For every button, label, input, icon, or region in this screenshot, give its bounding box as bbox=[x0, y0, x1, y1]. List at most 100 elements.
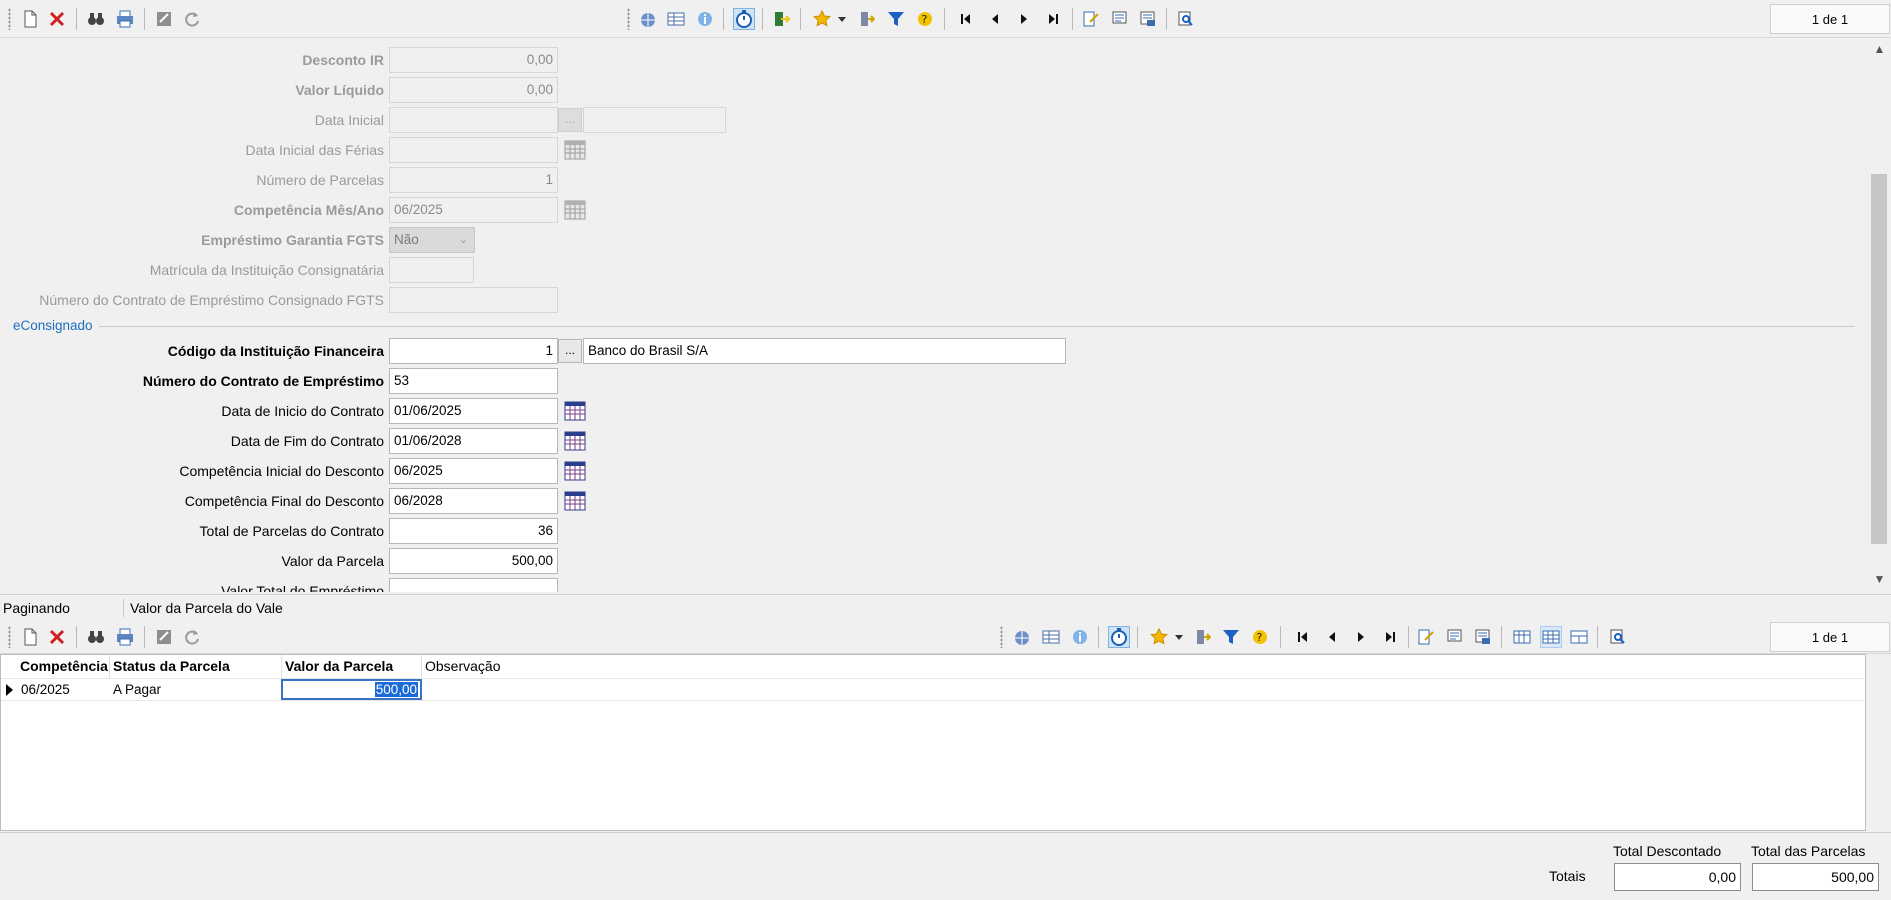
edit-record-button[interactable] bbox=[1080, 8, 1102, 30]
column-header-competencia[interactable]: Competência bbox=[17, 655, 110, 678]
last-record-button[interactable] bbox=[1042, 8, 1064, 30]
detail-new-button[interactable] bbox=[19, 626, 41, 648]
refresh-button[interactable] bbox=[181, 8, 203, 30]
instituicao-name-field[interactable]: Banco do Brasil S/A bbox=[583, 338, 1066, 364]
next-record-button[interactable] bbox=[1013, 8, 1035, 30]
desconto-ir-field[interactable]: 0,00 bbox=[389, 47, 558, 73]
grid-lines-button[interactable] bbox=[1540, 626, 1562, 648]
search-button[interactable] bbox=[85, 8, 107, 30]
detail-layout-button[interactable] bbox=[1011, 626, 1033, 648]
report-button[interactable] bbox=[1109, 8, 1131, 30]
scroll-up-icon[interactable]: ▲ bbox=[1868, 42, 1891, 56]
report-preview-button[interactable] bbox=[1137, 8, 1159, 30]
scroll-down-icon[interactable]: ▼ bbox=[1868, 572, 1891, 586]
calendar-icon[interactable] bbox=[564, 199, 586, 221]
detail-first-record-button[interactable] bbox=[1292, 626, 1314, 648]
goto-button[interactable] bbox=[856, 8, 878, 30]
competencia-mes-ano-field[interactable]: 06/2025 bbox=[389, 197, 558, 223]
export-button[interactable] bbox=[771, 8, 793, 30]
emprestimo-garantia-fgts-select[interactable]: Não ⌄ bbox=[389, 227, 475, 253]
toolbar-grip[interactable] bbox=[627, 8, 630, 30]
detail-print-preview-button[interactable] bbox=[1607, 626, 1629, 648]
detail-favorites-button[interactable] bbox=[1148, 626, 1170, 648]
codigo-instituicao-lookup-button[interactable]: ... bbox=[558, 339, 582, 363]
query-button[interactable]: ? bbox=[914, 8, 936, 30]
detail-report-preview-button[interactable] bbox=[1472, 626, 1494, 648]
column-header-valor[interactable]: Valor da Parcela bbox=[282, 655, 422, 678]
data-fim-contrato-field[interactable]: 01/06/2028 bbox=[389, 428, 558, 454]
delete-record-button[interactable] bbox=[46, 8, 68, 30]
filter-button[interactable] bbox=[885, 8, 907, 30]
detail-refresh-button[interactable] bbox=[181, 626, 203, 648]
data-inicial-ferias-field[interactable] bbox=[389, 137, 558, 163]
competencia-final-field[interactable]: 06/2028 bbox=[389, 488, 558, 514]
detail-grid-view-button[interactable] bbox=[1040, 626, 1062, 648]
scroll-thumb[interactable] bbox=[1871, 174, 1887, 544]
column-header-observacao[interactable]: Observação bbox=[422, 655, 822, 678]
detail-info-button[interactable] bbox=[1069, 626, 1091, 648]
detail-print-button[interactable] bbox=[114, 626, 136, 648]
column-layout-button[interactable] bbox=[1511, 626, 1533, 648]
detail-goto-button[interactable] bbox=[1192, 626, 1214, 648]
detail-query-button[interactable]: ? bbox=[1249, 626, 1271, 648]
detail-search-button[interactable] bbox=[85, 626, 107, 648]
printer-icon bbox=[117, 10, 133, 28]
total-parcelas-field[interactable]: 500,00 bbox=[1752, 863, 1879, 891]
competencia-inicial-field[interactable]: 06/2025 bbox=[389, 458, 558, 484]
calendar-icon[interactable] bbox=[564, 139, 586, 161]
data-inicio-contrato-field[interactable]: 01/06/2025 bbox=[389, 398, 558, 424]
toolbar-grip[interactable] bbox=[8, 626, 11, 648]
layout-button[interactable] bbox=[637, 8, 659, 30]
detail-filter-button[interactable] bbox=[1220, 626, 1242, 648]
detail-edit-record-button[interactable] bbox=[1415, 626, 1437, 648]
timer-button[interactable] bbox=[733, 8, 755, 30]
cell-status[interactable]: A Pagar bbox=[110, 679, 282, 700]
detail-last-record-button[interactable] bbox=[1379, 626, 1401, 648]
matricula-instituicao-field[interactable] bbox=[389, 257, 474, 283]
info-button[interactable] bbox=[694, 8, 716, 30]
table-row[interactable]: 06/2025 A Pagar 500,00 bbox=[1, 678, 1865, 701]
favorites-dropdown[interactable] bbox=[835, 8, 849, 30]
codigo-instituicao-field[interactable]: 1 bbox=[389, 338, 558, 364]
grid-view-button[interactable] bbox=[665, 8, 687, 30]
valor-parcela-field[interactable]: 500,00 bbox=[389, 548, 558, 574]
calendar-icon[interactable] bbox=[564, 490, 586, 512]
detail-report-button[interactable] bbox=[1444, 626, 1466, 648]
new-record-button[interactable] bbox=[19, 8, 41, 30]
total-parcelas-field[interactable]: 36 bbox=[389, 518, 558, 544]
valor-total-emprestimo-field[interactable] bbox=[389, 578, 558, 592]
data-inicial-lookup-button[interactable]: ... bbox=[558, 108, 582, 132]
total-descontado-field[interactable]: 0,00 bbox=[1614, 863, 1741, 891]
calendar-icon[interactable] bbox=[564, 400, 586, 422]
numero-contrato-field[interactable]: 53 bbox=[389, 368, 558, 394]
detail-delete-button[interactable] bbox=[46, 626, 68, 648]
detail-previous-record-button[interactable] bbox=[1321, 626, 1343, 648]
previous-record-button[interactable] bbox=[984, 8, 1006, 30]
detail-favorites-dropdown[interactable] bbox=[1172, 626, 1186, 648]
numero-contrato-fgts-field[interactable] bbox=[389, 287, 558, 313]
data-inicial-field[interactable] bbox=[389, 107, 558, 133]
band-layout-button[interactable] bbox=[1568, 626, 1590, 648]
data-inicial-description-field[interactable] bbox=[583, 107, 726, 133]
parcelas-grid[interactable]: Competência Status da Parcela Valor da P… bbox=[0, 654, 1866, 831]
cell-observacao[interactable] bbox=[422, 679, 822, 700]
toolbar-grip[interactable] bbox=[8, 8, 11, 30]
print-preview-button[interactable] bbox=[1175, 8, 1197, 30]
cell-competencia[interactable]: 06/2025 bbox=[18, 679, 110, 700]
toolbar-grip[interactable] bbox=[1000, 626, 1003, 648]
print-button[interactable] bbox=[114, 8, 136, 30]
form-scrollbar[interactable]: ▲ ▼ bbox=[1868, 38, 1891, 592]
save-button[interactable] bbox=[153, 8, 175, 30]
calendar-icon[interactable] bbox=[564, 460, 586, 482]
valor-liquido-field[interactable]: 0,00 bbox=[389, 77, 558, 103]
binoculars-icon bbox=[88, 631, 104, 643]
detail-next-record-button[interactable] bbox=[1350, 626, 1372, 648]
calendar-icon[interactable] bbox=[564, 430, 586, 452]
favorites-button[interactable] bbox=[811, 8, 833, 30]
detail-timer-button[interactable] bbox=[1108, 626, 1130, 648]
cell-valor-selected[interactable]: 500,00 bbox=[281, 679, 422, 700]
column-header-status[interactable]: Status da Parcela bbox=[110, 655, 282, 678]
first-record-button[interactable] bbox=[955, 8, 977, 30]
detail-save-button[interactable] bbox=[153, 626, 175, 648]
numero-parcelas-field[interactable]: 1 bbox=[389, 167, 558, 193]
